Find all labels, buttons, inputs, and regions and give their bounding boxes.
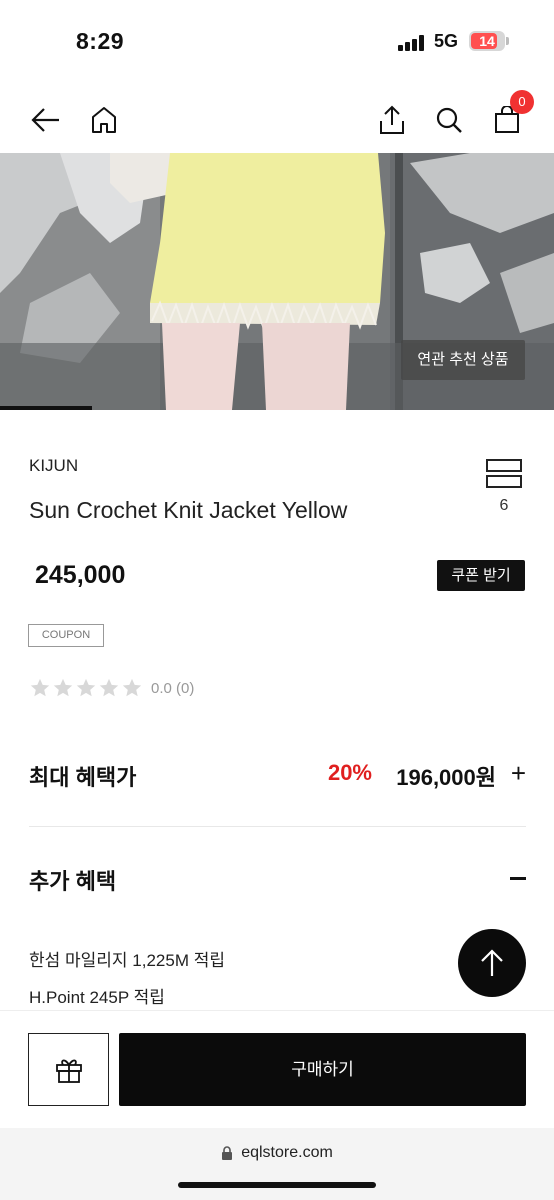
discount-percent: 20% (327, 760, 372, 785)
buy-button[interactable]: 구매하기 (119, 1033, 526, 1106)
compare-count: 6 (499, 497, 509, 514)
battery-level: 14 (479, 33, 495, 49)
share-icon[interactable] (374, 102, 410, 138)
rating-text: 0.0 (0) (151, 679, 195, 697)
bottom-action-bar: 구매하기 (0, 1010, 554, 1128)
rating-stars (29, 677, 143, 699)
divider (29, 826, 526, 827)
star-icon (30, 678, 50, 697)
network-label: 5G (434, 31, 459, 51)
status-time: 8:29 (76, 28, 125, 54)
product-title: Sun Crochet Knit Jacket Yellow (29, 497, 348, 523)
coupon-badge: COUPON (28, 624, 104, 647)
star-icon (53, 678, 73, 697)
status-bar: 8:29 5G 14 (0, 0, 554, 80)
rating[interactable]: 0.0 (0) (29, 676, 194, 700)
url-text: eqlstore.com (241, 1144, 333, 1161)
home-indicator[interactable] (178, 1182, 376, 1188)
back-arrow-icon[interactable] (28, 102, 64, 138)
max-benefit-row[interactable]: 최대 혜택가 20% 196,000원 + (29, 758, 526, 792)
cart-icon[interactable]: 0 (489, 90, 534, 138)
url-display[interactable]: eqlstore.com (0, 1144, 554, 1162)
gift-icon (55, 1059, 82, 1083)
search-icon[interactable] (431, 102, 467, 138)
expand-plus-icon[interactable]: + (511, 758, 526, 789)
gift-button[interactable] (28, 1033, 109, 1106)
related-products-button[interactable]: 연관 추천 상품 (401, 340, 525, 380)
home-icon[interactable] (86, 102, 122, 138)
signal-icon (398, 35, 426, 51)
cart-count-badge: 0 (510, 90, 534, 114)
arrow-up-icon (481, 949, 503, 976)
top-nav: 0 (0, 90, 554, 152)
benefit-line-mileage: 한섬 마일리지 1,225M 적립 (29, 951, 225, 970)
collapse-minus-icon[interactable] (510, 877, 526, 880)
star-icon (76, 678, 96, 697)
scroll-to-top-button[interactable] (458, 929, 526, 997)
star-icon (122, 678, 142, 697)
benefit-line-hpoint: H.Point 245P 적립 (29, 988, 165, 1007)
compare-button[interactable]: 6 (486, 459, 522, 514)
browser-address-bar: eqlstore.com (0, 1128, 554, 1200)
compare-icon (486, 459, 522, 488)
product-price: 245,000 (35, 561, 126, 589)
battery-icon: 14 (469, 31, 505, 51)
battery-cap (506, 37, 509, 45)
max-benefit-label: 최대 혜택가 (29, 765, 137, 790)
discounted-price: 196,000원 (396, 765, 496, 790)
get-coupon-button[interactable]: 쿠폰 받기 (437, 560, 525, 591)
extra-benefits-label: 추가 혜택 (29, 869, 117, 894)
extra-benefits-header[interactable]: 추가 혜택 (29, 864, 526, 898)
brand-name[interactable]: KIJUN (29, 456, 78, 476)
lock-icon (222, 1145, 233, 1160)
carousel-progress (0, 406, 92, 410)
product-image-carousel[interactable]: 연관 추천 상품 (0, 153, 554, 410)
star-icon (99, 678, 119, 697)
